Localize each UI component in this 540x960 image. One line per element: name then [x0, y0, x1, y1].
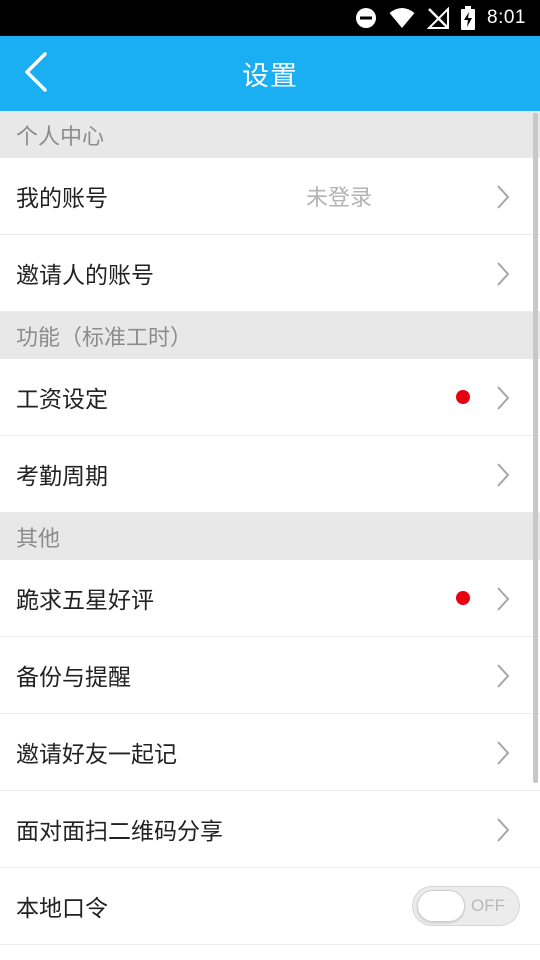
chevron-right-icon [496, 586, 510, 616]
battery-charging-icon [461, 6, 476, 30]
chevron-right-icon [496, 817, 510, 847]
row-qr-share[interactable]: 面对面扫二维码分享 [0, 791, 540, 868]
section-header-personal: 个人中心 [0, 111, 540, 158]
row-label: 考勤周期 [16, 464, 108, 490]
chevron-right-icon [496, 740, 510, 770]
status-bar: 8:01 [0, 0, 540, 36]
do-not-disturb-icon [355, 7, 377, 29]
row-label: 备份与提醒 [16, 665, 131, 691]
row-local-passcode: 本地口令 OFF [0, 868, 540, 945]
row-label: 工资设定 [16, 387, 108, 413]
row-rate-five-stars[interactable]: 跪求五星好评 [0, 560, 540, 637]
row-label: 邀请人的账号 [16, 263, 154, 289]
row-my-account[interactable]: 我的账号 未登录 [0, 158, 540, 235]
row-inviter-account[interactable]: 邀请人的账号 [0, 235, 540, 312]
chevron-right-icon [496, 261, 510, 291]
row-attendance-cycle[interactable]: 考勤周期 [0, 436, 540, 513]
local-passcode-toggle[interactable]: OFF [412, 886, 520, 926]
row-label: 面对面扫二维码分享 [16, 819, 223, 845]
toggle-state-text: OFF [471, 896, 505, 915]
row-invite-friends[interactable]: 邀请好友一起记 [0, 714, 540, 791]
section-header-features: 功能（标准工时） [0, 312, 540, 359]
row-label: 跪求五星好评 [16, 588, 154, 614]
no-signal-icon [427, 7, 450, 29]
notification-dot [456, 591, 470, 605]
chevron-left-icon [23, 51, 49, 97]
wifi-icon [389, 7, 415, 29]
section-header-other: 其他 [0, 513, 540, 560]
row-label: 我的账号 [16, 186, 108, 212]
chevron-right-icon [496, 184, 510, 214]
chevron-right-icon [496, 663, 510, 693]
chevron-right-icon [496, 385, 510, 415]
settings-list: 个人中心 我的账号 未登录 邀请人的账号 功能（标准工时） 工资设定 考勤周期 … [0, 111, 540, 960]
app-bar: 设置 [0, 36, 540, 111]
login-status-value: 未登录 [305, 186, 372, 211]
row-label: 本地口令 [16, 896, 108, 922]
chevron-right-icon [496, 462, 510, 492]
back-button[interactable] [8, 46, 64, 102]
row-salary-settings[interactable]: 工资设定 [0, 359, 540, 436]
page-title: 设置 [242, 61, 298, 92]
status-time: 8:01 [487, 7, 526, 28]
toggle-knob [417, 890, 465, 922]
scrollbar[interactable] [533, 113, 538, 783]
notification-dot [456, 390, 470, 404]
row-label: 邀请好友一起记 [16, 742, 177, 768]
row-backup-reminder[interactable]: 备份与提醒 [0, 637, 540, 714]
